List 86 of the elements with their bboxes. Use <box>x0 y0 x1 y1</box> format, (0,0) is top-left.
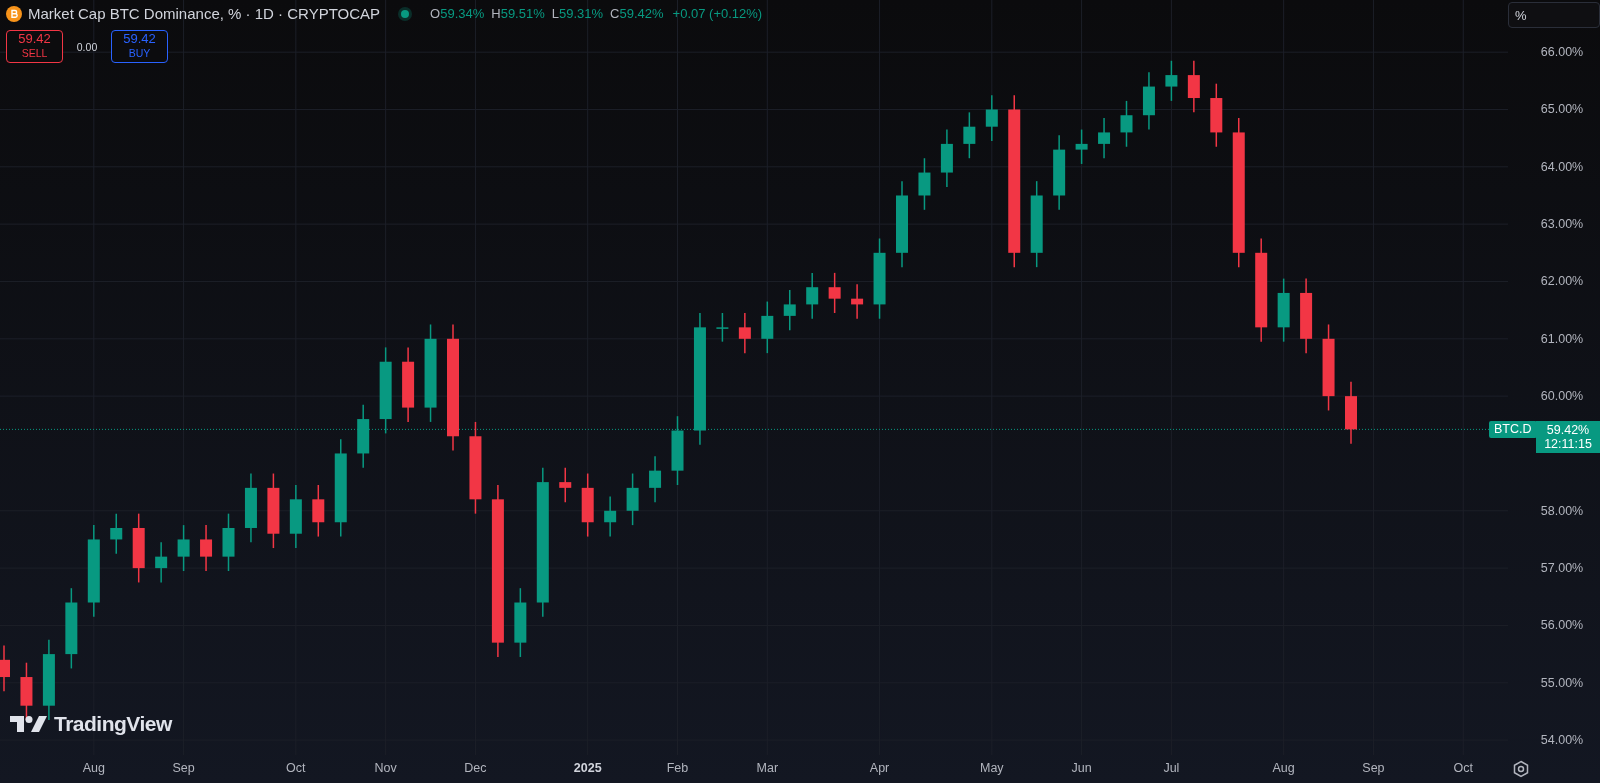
price-axis-label: 62.00% <box>1540 274 1584 289</box>
candle <box>0 644 10 693</box>
price-axis-label: 58.00% <box>1540 503 1584 518</box>
candle <box>1075 128 1088 165</box>
time-axis-label: Oct <box>286 761 306 775</box>
candle <box>806 272 819 320</box>
sell-button[interactable]: 59.42 SELL <box>6 30 63 63</box>
candle <box>559 467 572 503</box>
candle <box>716 312 729 343</box>
price-axis-label: 63.00% <box>1540 217 1584 232</box>
candle <box>132 512 145 584</box>
price-axis-label: 54.00% <box>1540 733 1584 748</box>
candle <box>604 495 617 538</box>
candle <box>940 128 953 188</box>
candle <box>985 94 998 142</box>
candle <box>155 541 168 584</box>
candle <box>1277 277 1290 343</box>
candle <box>626 472 639 526</box>
candle <box>963 111 976 159</box>
time-axis-label: Jul <box>1163 761 1180 775</box>
candle <box>761 300 774 354</box>
price-axis-label: 55.00% <box>1540 675 1584 690</box>
candle <box>110 512 123 555</box>
ohlc-label: C <box>610 6 620 21</box>
time-axis-label: Aug <box>82 761 105 775</box>
price-axis-label: 57.00% <box>1540 561 1584 576</box>
ohlc-value: 59.42% <box>619 6 664 21</box>
candle <box>1187 60 1200 114</box>
time-axis-label: May <box>980 761 1004 775</box>
time-axis-label: 2025 <box>573 761 602 775</box>
settings-icon[interactable] <box>1512 760 1530 778</box>
candle <box>312 484 325 538</box>
time-axis-label: Aug <box>1272 761 1295 775</box>
candle <box>581 472 594 538</box>
ohlc-value: 59.31% <box>559 6 604 21</box>
candle <box>851 283 864 320</box>
time-axis-label: Nov <box>374 761 397 775</box>
candle <box>357 404 370 469</box>
symbol-label: BTC.D <box>1489 421 1537 439</box>
candle <box>289 484 302 549</box>
time-axis-label: Sep <box>1362 761 1385 775</box>
price-axis-label: 61.00% <box>1540 331 1584 346</box>
candle <box>738 312 751 354</box>
time-axis-label: Apr <box>869 761 890 775</box>
price-axis-label: 66.00% <box>1540 45 1584 60</box>
candle <box>177 524 190 572</box>
buy-button[interactable]: 59.42 BUY <box>111 30 168 63</box>
ohlc-label: O <box>430 6 441 21</box>
time-axis-label: Feb <box>666 761 689 775</box>
ohlc-label: L <box>551 6 559 21</box>
price-axis-label: 65.00% <box>1540 102 1584 117</box>
time-axis-label: Jun <box>1071 761 1092 775</box>
time-axis-label: Mar <box>756 761 779 775</box>
candle <box>1165 60 1178 102</box>
time-axis-label: Dec <box>464 761 487 775</box>
candle <box>918 157 931 211</box>
price-axis-label: 60.00% <box>1540 389 1584 404</box>
candle <box>1210 82 1223 148</box>
price-axis-label: 56.00% <box>1540 618 1584 633</box>
candle <box>244 472 257 544</box>
ohlc-value: 59.51% <box>500 6 545 21</box>
ohlc-label: H <box>491 6 501 21</box>
candle <box>828 272 841 314</box>
time-axis-label: Oct <box>1453 761 1473 775</box>
candle <box>222 512 235 572</box>
candle <box>1345 381 1357 445</box>
candle <box>200 524 213 572</box>
spread-value: 0.00 <box>75 40 99 53</box>
last-price: 59.42% <box>1546 423 1590 438</box>
logo-icon <box>10 714 48 734</box>
scale-mode-button[interactable]: % <box>1508 2 1600 28</box>
coin-icon <box>6 5 22 22</box>
symbol-title[interactable]: Market Cap BTC Dominance, % · 1D · CRYPTOCAP <box>28 5 381 22</box>
candle <box>783 289 796 331</box>
time-axis-label: Sep <box>172 761 195 775</box>
logo-text: TradingView <box>54 712 172 736</box>
candle <box>514 587 527 658</box>
candle <box>671 415 684 486</box>
candle <box>1120 100 1133 148</box>
candle <box>1098 117 1111 159</box>
price-axis-label: 64.00% <box>1540 159 1584 174</box>
ohlc-value: 59.34% <box>440 6 485 21</box>
candle <box>1142 71 1155 131</box>
bar-countdown: 12:11:15 <box>1544 437 1592 452</box>
candle <box>649 455 662 503</box>
price-change: +0.07 (+0.12%) <box>672 6 763 21</box>
